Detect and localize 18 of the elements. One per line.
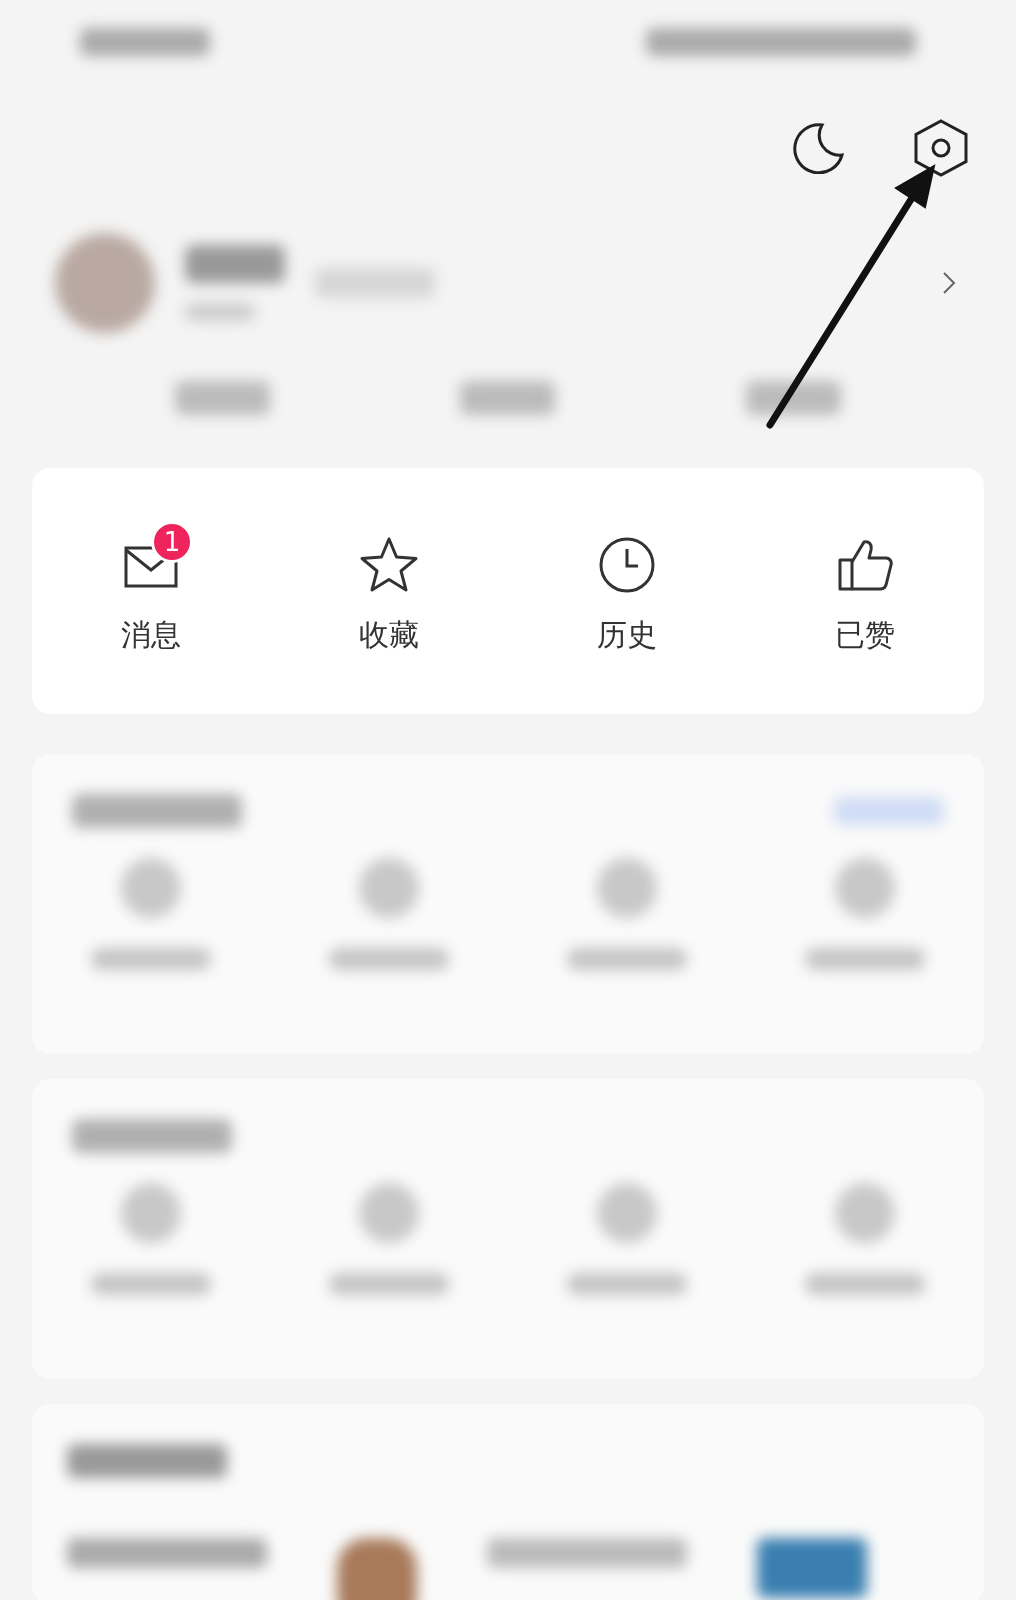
quick-action[interactable]: 收藏 [270,526,508,656]
settings-icon[interactable] [914,119,968,177]
quick-action[interactable]: 已赞 [746,526,984,656]
blurred-area [835,858,895,918]
chevron-right-icon[interactable] [942,271,956,295]
quick-action[interactable]: 历史 [508,526,746,656]
blurred-area [597,1183,657,1243]
blurred-area [359,858,419,918]
blurred-area [185,303,255,321]
star-icon [359,535,419,594]
blurred-area [121,1183,181,1243]
blurred-area [835,1183,895,1243]
blurred-area [597,858,657,918]
blurred-area [121,858,181,918]
clock-icon [598,535,656,594]
moon-icon[interactable] [792,122,844,174]
blurred-area [359,1183,419,1243]
thumbs-up-icon [837,537,893,592]
